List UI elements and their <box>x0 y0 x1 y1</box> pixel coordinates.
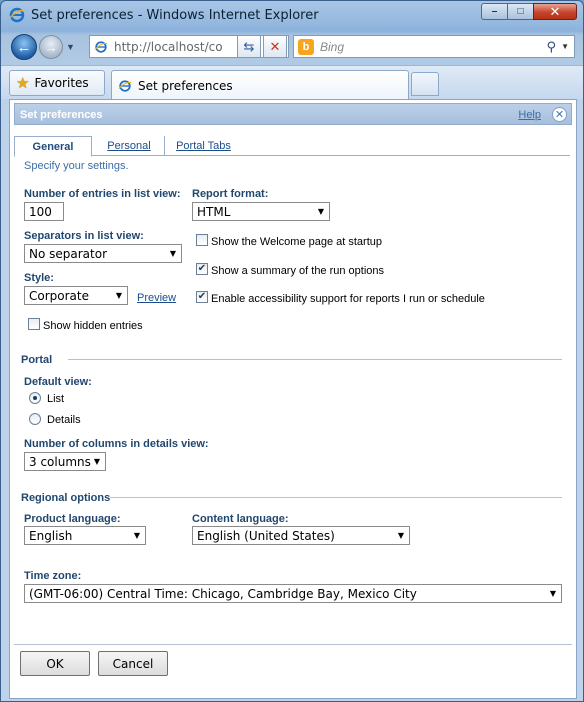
view-list-label: List <box>47 393 65 405</box>
timezone-value: (GMT-06:00) Central Time: Chicago, Cambr… <box>29 587 417 601</box>
back-button[interactable]: ← <box>11 34 37 60</box>
search-box[interactable]: b Bing ⚲ ▼ <box>293 35 575 58</box>
regional-section-title: Regional options <box>21 492 111 504</box>
browser-tab-set-preferences[interactable]: Set preferences <box>111 70 409 100</box>
show-hidden-label: Show hidden entries <box>43 320 143 332</box>
close-window-button[interactable]: ✕ <box>533 3 577 20</box>
browser-window: Set preferences - Windows Internet Explo… <box>0 0 584 702</box>
footer-divider <box>14 644 572 645</box>
tab-general[interactable]: General <box>14 136 92 157</box>
close-icon[interactable]: ✕ <box>552 107 567 122</box>
preview-link[interactable]: Preview <box>137 292 176 304</box>
chevron-down-icon: ▼ <box>93 457 100 466</box>
chevron-down-icon: ▼ <box>549 589 556 598</box>
content-language-label: Content language: <box>192 513 289 525</box>
product-language-select[interactable]: English ▼ <box>24 526 146 545</box>
page-icon <box>118 79 132 92</box>
separators-label: Separators in list view: <box>24 230 144 242</box>
cancel-button[interactable]: Cancel <box>98 651 168 676</box>
search-placeholder: Bing <box>320 39 345 54</box>
pane-title: Set preferences <box>20 109 103 121</box>
favorites-button[interactable]: ★ Favorites <box>9 70 105 96</box>
content-language-value: English (United States) <box>197 529 335 543</box>
entries-input[interactable]: 100 <box>24 202 64 221</box>
show-hidden-checkbox[interactable] <box>28 318 40 330</box>
stop-icon: ✕ <box>269 38 281 54</box>
maximize-button[interactable]: □ <box>507 3 533 20</box>
window-controls: – □ ✕ <box>481 3 577 20</box>
chevron-down-icon: ▼ <box>133 531 140 540</box>
pane-header: Set preferences Help ✕ <box>14 103 572 125</box>
title-bar: Set preferences - Windows Internet Explo… <box>1 1 583 29</box>
chevron-down-icon: ▼ <box>169 249 176 258</box>
accessibility-checkbox[interactable]: ✔ <box>196 291 208 303</box>
regional-divider <box>110 497 562 498</box>
run-summary-label: Show a summary of the run options <box>211 265 385 277</box>
report-format-value: HTML <box>197 205 231 219</box>
report-format-label: Report format: <box>192 188 269 200</box>
ok-button[interactable]: OK <box>20 651 90 676</box>
check-icon: ✔ <box>197 291 207 302</box>
product-language-value: English <box>29 529 73 543</box>
favorites-label: Favorites <box>34 76 89 90</box>
address-text: http://localhost/co <box>114 39 223 54</box>
search-options-dropdown-icon[interactable]: ▼ <box>561 42 569 51</box>
tab-portal-tabs[interactable]: Portal Tabs <box>164 136 242 156</box>
new-tab-button[interactable] <box>411 72 439 96</box>
preference-tabs: General Personal Portal Tabs <box>14 136 570 157</box>
portal-divider <box>68 359 562 360</box>
columns-value: 3 columns <box>29 455 91 469</box>
content-language-select[interactable]: English (United States) ▼ <box>192 526 410 545</box>
minimize-button[interactable]: – <box>481 3 507 20</box>
columns-select[interactable]: 3 columns ▼ <box>24 452 106 471</box>
entries-label: Number of entries in list view: <box>24 188 181 200</box>
product-language-label: Product language: <box>24 513 121 525</box>
check-icon: ✔ <box>197 263 207 274</box>
instructions-text: Specify your settings. <box>24 160 129 172</box>
accessibility-label: Enable accessibility support for reports… <box>211 293 485 305</box>
separators-value: No separator <box>29 247 108 261</box>
navigation-bar: ← → ▼ http://localhost/co ▼ ⇆ ✕ b Bing ⚲… <box>1 31 583 63</box>
welcome-page-checkbox[interactable] <box>196 234 208 246</box>
window-title: Set preferences - Windows Internet Explo… <box>31 7 319 23</box>
report-format-select[interactable]: HTML ▼ <box>192 202 330 221</box>
stop-button[interactable]: ✕ <box>263 35 287 58</box>
recent-pages-dropdown-icon[interactable]: ▼ <box>66 42 75 52</box>
default-view-label: Default view: <box>24 376 92 388</box>
timezone-select[interactable]: (GMT-06:00) Central Time: Chicago, Cambr… <box>24 584 562 603</box>
bing-icon: b <box>298 38 314 55</box>
portal-section-title: Portal <box>21 354 53 366</box>
favorites-bar: ★ Favorites Set preferences <box>1 65 583 100</box>
view-list-radio[interactable] <box>29 392 41 404</box>
page-icon <box>94 40 108 53</box>
refresh-button[interactable]: ⇆ <box>237 35 261 58</box>
style-value: Corporate <box>29 289 89 303</box>
chevron-down-icon: ▼ <box>317 207 324 216</box>
forward-button[interactable]: → <box>39 35 63 59</box>
search-icon[interactable]: ⚲ <box>546 39 556 55</box>
chevron-down-icon: ▼ <box>115 291 122 300</box>
columns-label: Number of columns in details view: <box>24 438 209 450</box>
refresh-icon: ⇆ <box>243 38 255 54</box>
internet-explorer-icon <box>9 7 25 23</box>
tab-personal[interactable]: Personal <box>102 136 156 156</box>
chevron-down-icon: ▼ <box>397 531 404 540</box>
tab-label: Set preferences <box>138 78 233 93</box>
page-content: Set preferences Help ✕ General Personal … <box>9 99 577 699</box>
style-label: Style: <box>24 272 54 284</box>
style-select[interactable]: Corporate ▼ <box>24 286 128 305</box>
star-icon: ★ <box>16 75 30 92</box>
view-details-label: Details <box>47 414 81 426</box>
help-link[interactable]: Help <box>518 109 541 121</box>
view-details-radio[interactable] <box>29 413 41 425</box>
welcome-page-label: Show the Welcome page at startup <box>211 236 383 248</box>
separators-select[interactable]: No separator ▼ <box>24 244 182 263</box>
run-summary-checkbox[interactable]: ✔ <box>196 263 208 275</box>
timezone-label: Time zone: <box>24 570 82 582</box>
